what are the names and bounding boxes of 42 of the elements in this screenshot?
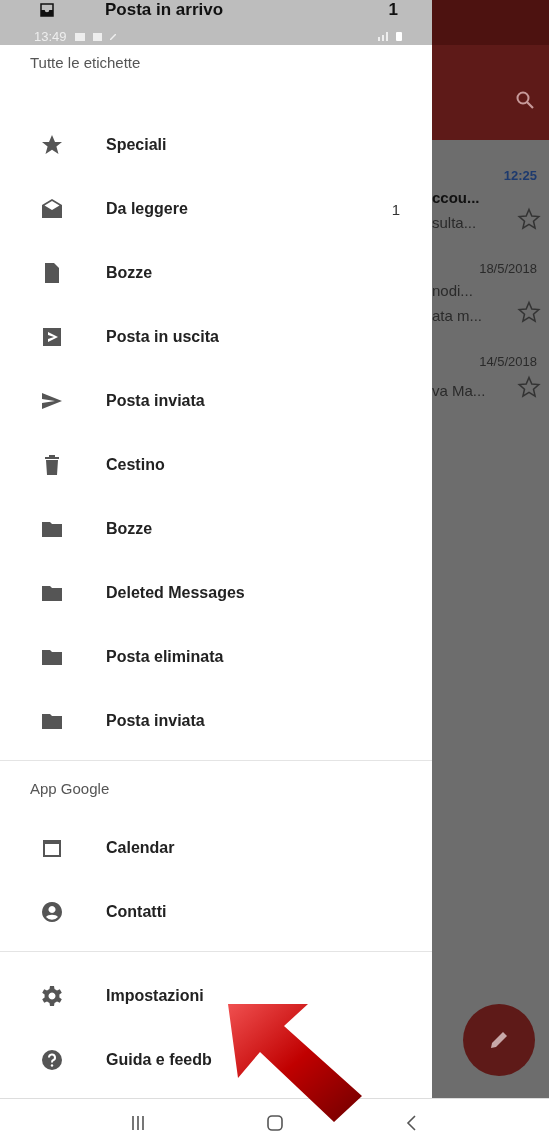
drawer-menu-item[interactable]: Calendar xyxy=(0,816,432,880)
section-heading: Tutte le etichette xyxy=(29,53,142,73)
image-icon xyxy=(92,32,102,41)
menu-item-label: Posta in arrivo xyxy=(105,0,224,20)
battery-icon xyxy=(396,32,402,41)
message-date: 18/5/2018 xyxy=(479,261,537,276)
drawer-menu-item[interactable]: Impostazioni xyxy=(0,964,432,1028)
star-outline-icon[interactable] xyxy=(517,375,541,399)
drawer-menu-item[interactable]: Posta inviata xyxy=(0,369,432,433)
drawer-menu-item[interactable]: Posta eliminata xyxy=(0,625,432,689)
notification-icon xyxy=(74,32,85,41)
item-count: 1 xyxy=(388,0,398,20)
star-outline-icon[interactable] xyxy=(517,300,541,324)
notification-icon xyxy=(109,33,116,40)
drawer-menu-item[interactable]: Bozze xyxy=(0,497,432,561)
drawer-menu-item[interactable]: Posta inviata xyxy=(0,689,432,753)
search-icon[interactable] xyxy=(515,90,535,110)
drawer-menu-item[interactable]: Bozze xyxy=(0,241,432,305)
message-snippet: ccou... xyxy=(432,189,480,206)
signal-icon xyxy=(378,32,388,41)
gear-icon xyxy=(40,984,64,1008)
star-outline-icon[interactable] xyxy=(517,207,541,231)
help-icon xyxy=(40,1048,64,1072)
drawer-menu-item[interactable]: Deleted Messages xyxy=(0,561,432,625)
drawer-menu-item[interactable]: Guida e feedb xyxy=(0,1028,432,1092)
drawer-menu-item[interactable]: Posta in uscita xyxy=(0,305,432,369)
home-icon[interactable] xyxy=(265,1113,286,1133)
outbox-icon xyxy=(40,325,64,349)
pencil-icon xyxy=(488,1029,510,1051)
section-heading: App Google xyxy=(29,779,111,799)
message-snippet: nodi... xyxy=(432,282,474,299)
drawer-menu-item[interactable]: Da leggere 1 xyxy=(0,177,432,241)
account-icon xyxy=(40,900,64,924)
message-date: 12:25 xyxy=(503,168,537,183)
envelope-open-icon xyxy=(40,197,64,221)
drawer-menu-item[interactable]: Contatti xyxy=(0,880,432,944)
message-date: 14/5/2018 xyxy=(479,354,537,369)
drawer-menu-item[interactable]: Speciali xyxy=(0,113,432,177)
message-snippet: ata m... xyxy=(432,307,483,324)
message-snippet: sulta... xyxy=(432,214,478,231)
drawer-menu-item[interactable]: Cestino xyxy=(0,433,432,497)
message-snippet: va Ma... xyxy=(432,382,486,399)
